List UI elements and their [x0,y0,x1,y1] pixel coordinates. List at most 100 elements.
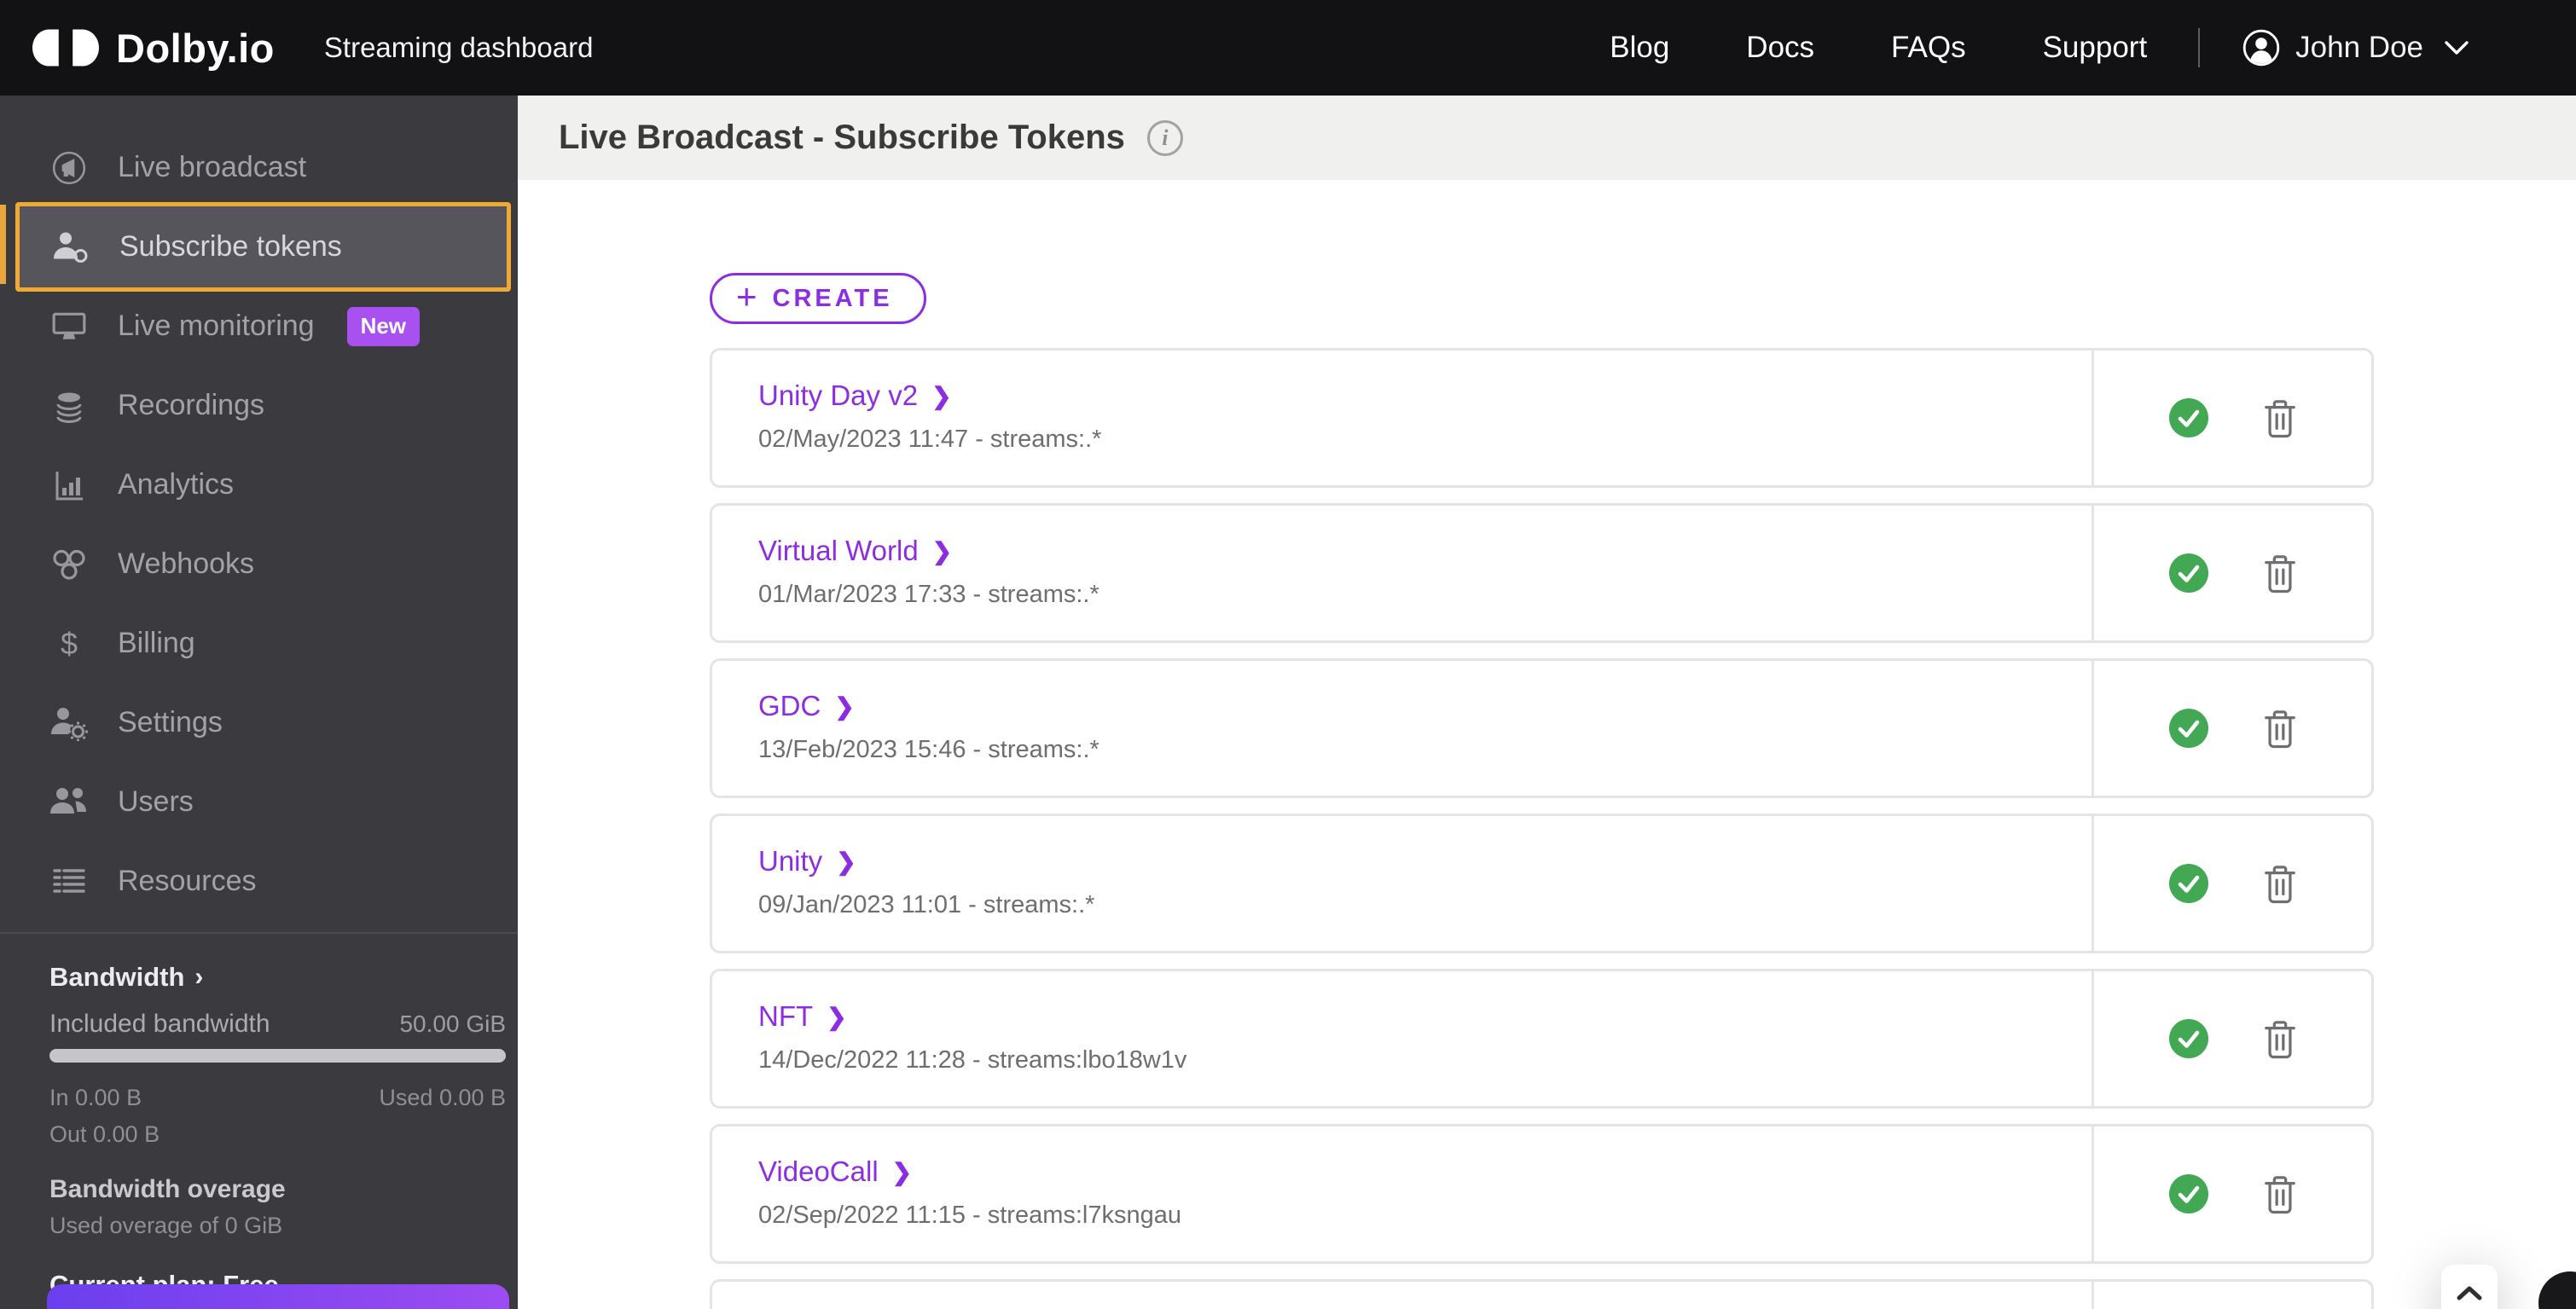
info-icon[interactable]: i [1146,119,1183,156]
active-item-accent-bar [0,205,6,284]
webhooks-icon [49,547,89,582]
logo-text: Dolby.io [116,25,275,71]
status-active-check-icon[interactable] [2168,553,2209,594]
chat-widget-bubble[interactable] [2538,1271,2576,1309]
token-name: VideoCall [758,1156,879,1187]
token-meta: 09/Jan/2023 11:01 - streams:.* [758,891,1095,918]
sidebar-item-users[interactable]: Users [0,762,518,842]
chevron-right-icon: ❯ [827,1003,847,1030]
main-content: Live Broadcast - Subscribe Tokens i + CR… [518,96,2576,1309]
status-active-check-icon[interactable] [2168,863,2209,904]
token-row: Unity Day v2 ❯ 02/May/2023 11:47 - strea… [710,348,2374,488]
status-active-check-icon[interactable] [2168,708,2209,749]
token-name-link[interactable]: Unity ❯ [758,845,856,877]
sidebar-nav: Live broadcast Subscribe tokens Live mon… [0,96,518,921]
delete-token-button[interactable] [2262,708,2298,749]
token-row: VideoCall ❯ 02/Sep/2022 11:15 - streams:… [710,1124,2374,1264]
token-name-link[interactable]: Virtual World ❯ [758,535,952,567]
page-title: Live Broadcast - Subscribe Tokens [559,119,1125,156]
sidebar-item-settings[interactable]: Settings [0,683,518,762]
status-active-check-icon[interactable] [2168,1018,2209,1059]
dolby-logo[interactable]: Dolby.io [32,25,275,72]
change-plan-button[interactable]: CHANGE PLAN [47,1284,509,1309]
token-row-actions [2092,350,2371,485]
sidebar-item-billing[interactable]: $ Billing [0,604,518,683]
recordings-icon [49,389,89,423]
sidebar-item-analytics[interactable]: Analytics [0,445,518,524]
page-title-bar: Live Broadcast - Subscribe Tokens i [518,96,2576,180]
token-row-actions [2092,661,2371,796]
chevron-right-icon: ❯ [931,537,953,565]
delete-token-button[interactable] [2262,863,2298,904]
sidebar-item-live-broadcast[interactable]: Live broadcast [0,128,518,207]
avatar-icon [2242,29,2280,67]
sidebar-item-recordings[interactable]: Recordings [0,366,518,445]
sidebar-divider [0,932,518,934]
included-bandwidth-value: 50.00 GiB [399,1011,506,1037]
dolby-double-d-icon [32,29,99,67]
sidebar-item-label: Settings [118,706,223,738]
top-nav-link-support[interactable]: Support [2043,31,2148,65]
bandwidth-overage-detail: Used overage of 0 GiB [49,1213,283,1238]
sidebar-item-subscribe-tokens[interactable]: Subscribe tokens [15,202,511,292]
plus-icon: + [736,276,757,316]
bandwidth-progress-bar [49,1049,506,1063]
delete-token-button[interactable] [2262,1173,2298,1214]
token-name-link[interactable]: VideoCall ❯ [758,1156,912,1188]
live-broadcast-icon [49,150,89,186]
bandwidth-panel: Bandwidth › Included bandwidth 50.00 GiB… [49,962,506,1300]
sidebar-item-label: Resources [118,865,257,897]
token-meta: 14/Dec/2022 11:28 - streams:lbo18w1v [758,1046,1187,1074]
app-title: Streaming dashboard [323,32,594,63]
token-name: Virtual World [758,535,919,566]
bandwidth-out-value: Out 0.00 B [49,1121,160,1147]
sidebar-item-live-monitoring[interactable]: Live monitoring New [0,287,518,366]
token-name: Unity Day v2 [758,379,919,411]
chevron-right-icon: ❯ [834,692,855,720]
create-token-button[interactable]: + CREATE [710,273,926,324]
token-meta: 02/May/2023 11:47 - streams:.* [758,426,1102,453]
sidebar-item-webhooks[interactable]: Webhooks [0,524,518,604]
chevron-up-icon [2456,1285,2483,1309]
token-name-link[interactable]: NFT ❯ [758,1000,847,1033]
bandwidth-link[interactable]: Bandwidth › [49,962,506,993]
token-meta: 02/Sep/2022 11:15 - streams:l7ksngau [758,1202,1182,1229]
top-nav: Blog Docs FAQs Support [1610,31,2147,65]
scroll-to-top-button[interactable] [2441,1265,2498,1309]
billing-icon: $ [60,625,78,661]
resources-icon [49,866,89,897]
top-nav-link-faqs[interactable]: FAQs [1891,31,1966,65]
status-active-check-icon[interactable] [2168,397,2209,438]
user-menu[interactable]: John Doe [2242,29,2469,67]
bandwidth-in-value: In 0.00 B [49,1085,142,1110]
nav-divider [2198,28,2201,67]
token-row-actions [2092,971,2371,1106]
token-name-link[interactable]: GDC ❯ [758,690,855,722]
bandwidth-overage-title: Bandwidth overage [49,1175,286,1203]
sidebar-item-resources[interactable]: Resources [0,842,518,921]
token-row: Virtual World ❯ 01/Mar/2023 17:33 - stre… [710,503,2374,643]
top-nav-link-blog[interactable]: Blog [1610,31,1669,65]
new-badge: New [346,306,421,346]
settings-icon [49,705,89,741]
top-header: Dolby.io Streaming dashboard Blog Docs F… [0,0,2576,96]
status-active-check-icon[interactable] [2168,1173,2209,1214]
sidebar-item-label: Analytics [118,468,235,501]
token-meta: 13/Feb/2023 15:46 - streams:.* [758,736,1099,763]
delete-token-button[interactable] [2262,1018,2298,1059]
delete-token-button[interactable] [2262,397,2298,438]
token-name: GDC [758,690,821,721]
token-row-actions [2092,816,2371,951]
subscribe-tokens-icon [51,230,90,264]
sidebar-item-label: Billing [118,627,195,659]
top-nav-link-docs[interactable]: Docs [1746,31,1814,65]
chevron-right-icon: ❯ [891,1158,913,1185]
bandwidth-used-value: Used 0.00 B [379,1085,506,1110]
live-monitoring-icon [49,310,89,343]
token-list: Unity Day v2 ❯ 02/May/2023 11:47 - strea… [710,348,2374,1309]
chevron-right-icon: ❯ [931,382,952,409]
user-name: John Doe [2295,31,2423,64]
delete-token-button[interactable] [2262,553,2298,594]
sidebar-item-label: Recordings [118,389,264,421]
token-name-link[interactable]: Unity Day v2 ❯ [758,379,952,412]
